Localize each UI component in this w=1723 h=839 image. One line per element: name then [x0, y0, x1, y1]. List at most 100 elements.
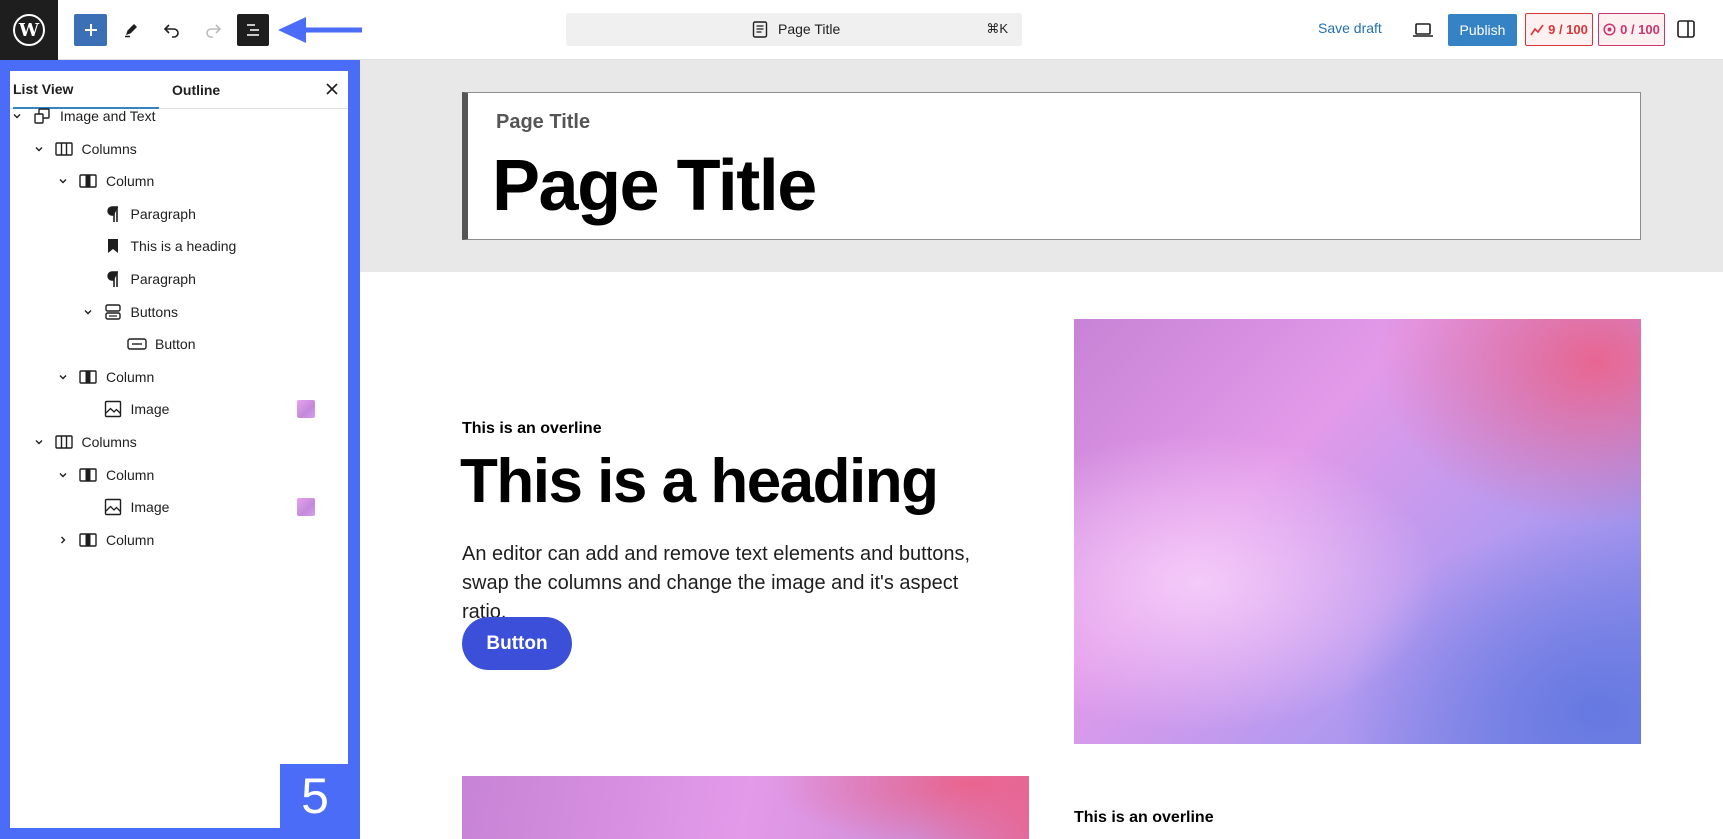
section-heading[interactable]: This is a heading	[460, 446, 939, 517]
command-palette-bar[interactable]: Page Title ⌘K	[566, 13, 1022, 46]
readability-score-button[interactable]: 0 / 100	[1598, 13, 1665, 46]
close-icon	[326, 83, 338, 95]
tools-button[interactable]	[115, 14, 147, 46]
chevron-right-icon[interactable]	[56, 533, 70, 547]
tree-item-columns[interactable]: Columns	[10, 426, 348, 458]
tree-item-column[interactable]: Column	[10, 361, 348, 393]
buttons-icon	[103, 302, 123, 322]
tree-item-label: Button	[155, 336, 196, 353]
tree-item-buttons[interactable]: Buttons	[10, 296, 348, 328]
image-thumbnail	[297, 498, 315, 517]
list-view-icon	[247, 24, 259, 36]
gradient-image[interactable]	[1074, 319, 1641, 744]
paragraph-icon	[103, 204, 123, 224]
heading-icon	[103, 236, 123, 256]
close-panel-button[interactable]	[320, 77, 344, 101]
list-view-panel: List View Outline Image and Text Columns C…	[10, 71, 348, 828]
image-icon	[103, 399, 123, 419]
tree-item-image[interactable]: Image	[10, 491, 348, 523]
editor-canvas: Page Title Page Title This is an overlin…	[360, 60, 1723, 839]
tree-item-label: Column	[106, 531, 155, 548]
tree-item-paragraph[interactable]: Paragraph	[10, 263, 348, 295]
seo-score-button[interactable]: 9 / 100	[1525, 13, 1593, 46]
tree-item-label: Column	[106, 368, 155, 385]
redo-icon	[206, 24, 222, 38]
title-eyebrow[interactable]: Page Title	[496, 111, 590, 134]
gradient-image-second[interactable]	[462, 776, 1029, 839]
tree-item-label: Columns	[81, 140, 137, 157]
page-title[interactable]: Page Title	[492, 145, 817, 227]
tree-item-paragraph[interactable]: Paragraph	[10, 198, 348, 230]
save-draft-button[interactable]: Save draft	[1318, 20, 1382, 36]
callout-arrow-icon	[278, 17, 362, 43]
column-icon	[78, 367, 98, 387]
button-icon	[127, 334, 147, 354]
chevron-down-icon[interactable]	[56, 174, 70, 188]
step-number: 5	[280, 764, 350, 828]
image-icon	[103, 497, 123, 517]
document-title: Page Title	[778, 21, 841, 37]
tree-item-label: Column	[106, 466, 155, 483]
tree-item-columns[interactable]: Columns	[10, 133, 348, 165]
wordpress-logo-icon[interactable]: W	[0, 0, 58, 60]
add-block-button[interactable]	[74, 14, 107, 46]
chevron-down-icon[interactable]	[81, 305, 95, 319]
overline-text-second[interactable]: This is an overline	[1074, 809, 1214, 827]
tree-item-label: Paragraph	[130, 205, 196, 222]
tree-item-column[interactable]: Column	[10, 459, 348, 491]
page-icon	[752, 21, 768, 38]
tree-item-label: This is a heading	[130, 238, 237, 255]
chevron-down-icon[interactable]	[10, 109, 24, 123]
overline-text[interactable]: This is an overline	[462, 420, 602, 438]
tree-item-button[interactable]: Button	[10, 328, 348, 360]
chevron-down-icon[interactable]	[56, 468, 70, 482]
pattern-icon	[32, 106, 52, 126]
paragraph-text[interactable]: An editor can add and remove text elemen…	[462, 540, 1002, 627]
keyboard-shortcut: ⌘K	[986, 21, 1008, 36]
chevron-down-icon[interactable]	[32, 142, 46, 156]
tree-item-image[interactable]: Image	[10, 393, 348, 425]
preview-button[interactable]	[1409, 16, 1437, 44]
seo-chart-icon	[1530, 24, 1544, 35]
tree-item-label: Columns	[81, 434, 137, 450]
columns-icon	[54, 139, 74, 159]
tree-item-label: Image and Text	[60, 108, 156, 124]
svg-text:W: W	[18, 20, 40, 41]
tree-item-label: Buttons	[130, 303, 178, 320]
chevron-down-icon[interactable]	[32, 435, 46, 449]
column-icon	[78, 171, 98, 191]
redo-button[interactable]	[197, 14, 229, 46]
tree-item-label: Column	[106, 173, 155, 190]
pencil-icon	[125, 24, 137, 38]
tree-item-label: Image	[130, 401, 170, 418]
title-block[interactable]: Page Title Page Title	[462, 92, 1641, 240]
tree-item-column[interactable]: Column	[10, 524, 348, 556]
editor-toolbar: W Page Title ⌘K Save draft Publish 9 / 1…	[0, 0, 1723, 60]
seo-score-value: 9 / 100	[1548, 22, 1588, 37]
undo-button[interactable]	[156, 14, 188, 46]
readability-score-value: 0 / 100	[1620, 22, 1660, 37]
publish-button[interactable]: Publish	[1448, 14, 1517, 46]
readability-icon	[1603, 23, 1616, 36]
title-section: Page Title Page Title	[360, 60, 1723, 272]
paragraph-icon	[103, 269, 123, 289]
tree-item-label: Image	[130, 499, 170, 516]
tree-item-column[interactable]: Column	[10, 165, 348, 197]
image-thumbnail	[297, 400, 315, 419]
document-overview-button[interactable]	[237, 14, 269, 46]
column-icon	[78, 530, 98, 550]
cta-button[interactable]: Button	[462, 617, 572, 670]
column-icon	[78, 465, 98, 485]
settings-sidebar-button[interactable]	[1674, 17, 1698, 41]
chevron-down-icon[interactable]	[56, 370, 70, 384]
columns-icon	[54, 432, 74, 452]
tree-item-this-is-a-heading[interactable]: This is a heading	[10, 230, 348, 262]
tree-item-image-and-text[interactable]: Image and Text	[10, 100, 348, 132]
undo-icon	[163, 24, 179, 38]
